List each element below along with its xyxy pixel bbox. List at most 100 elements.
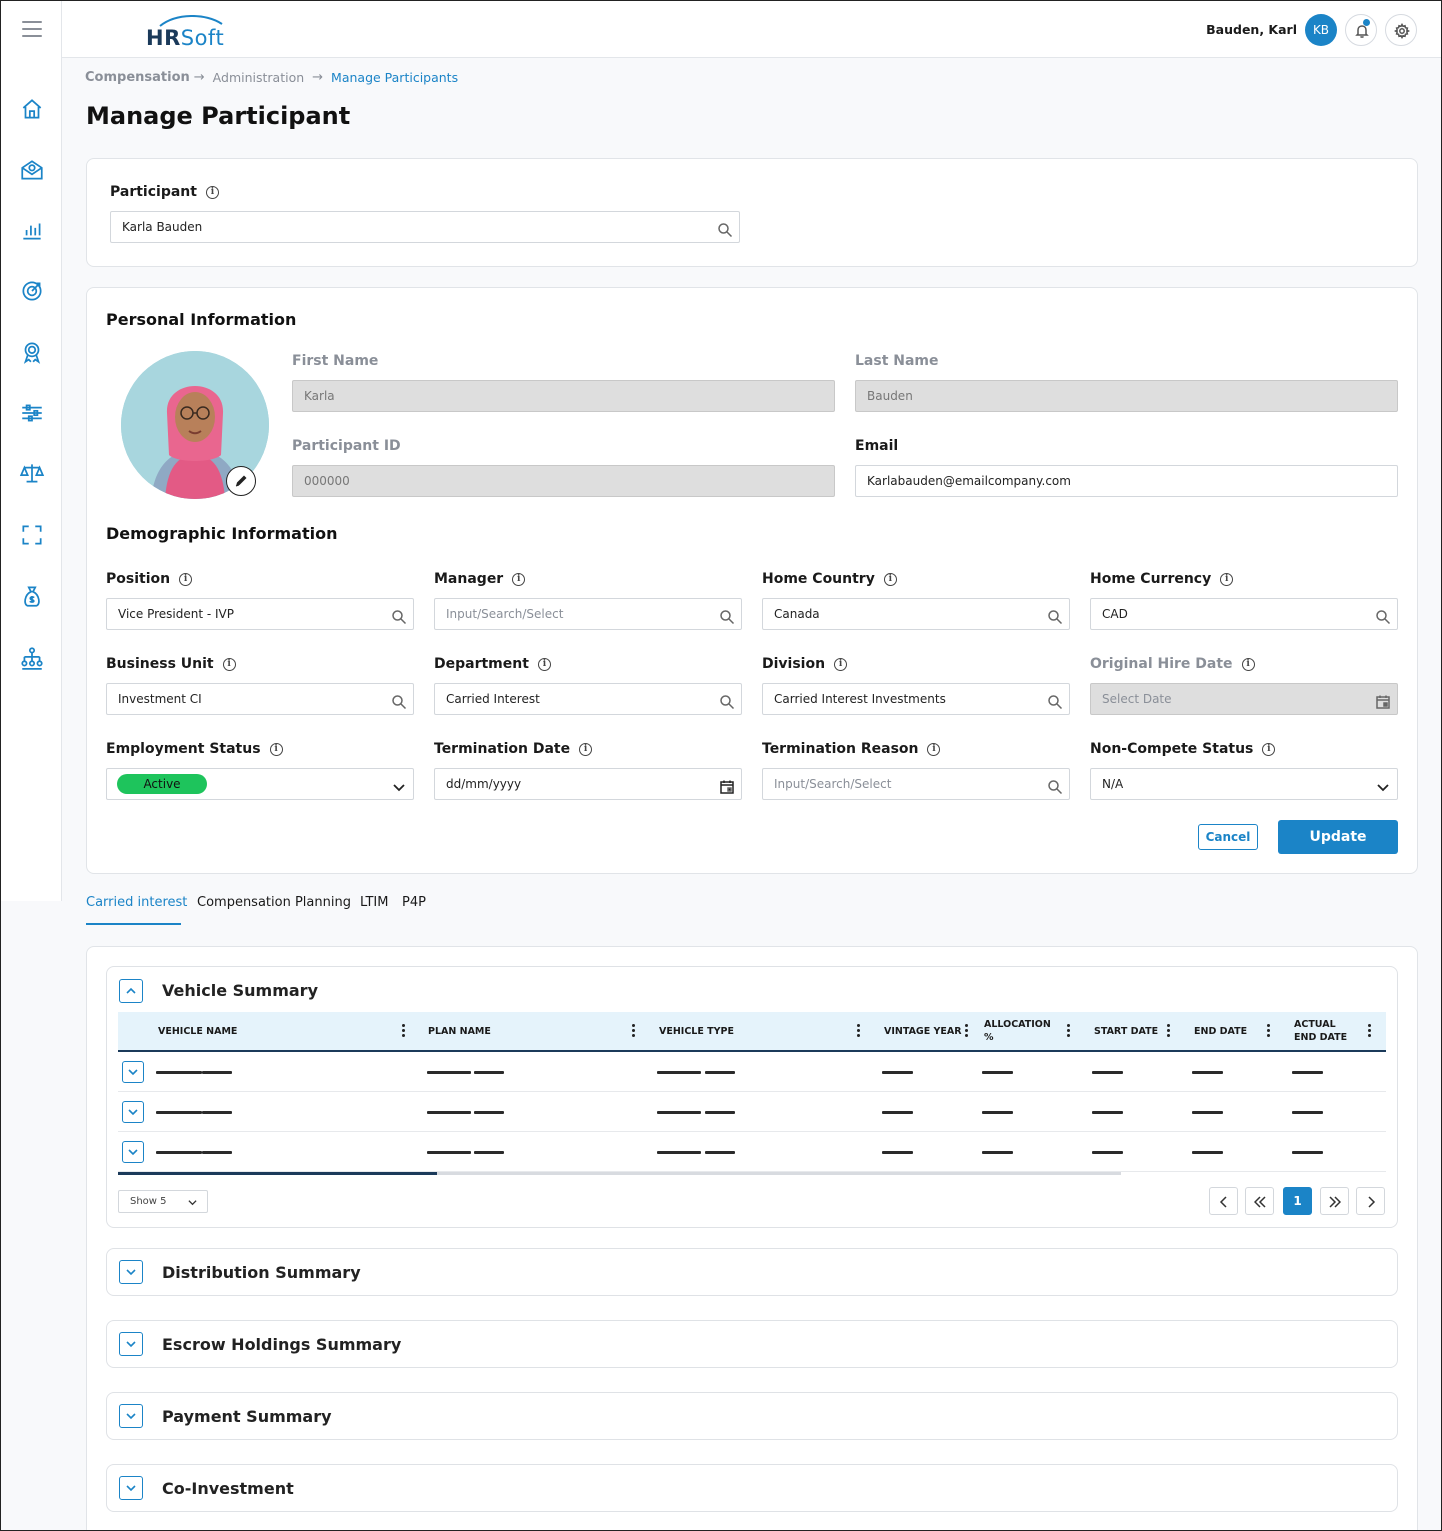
vehicle-summary-title: Vehicle Summary xyxy=(162,981,318,1000)
info-icon[interactable]: i xyxy=(537,657,551,671)
search-icon[interactable] xyxy=(1375,606,1391,625)
column-menu-icon[interactable] xyxy=(632,1024,636,1038)
org-chart-icon[interactable] xyxy=(19,645,45,671)
info-icon[interactable]: i xyxy=(1241,657,1255,671)
expand-button[interactable] xyxy=(119,1476,143,1500)
manager-input[interactable]: Input/Search/Select xyxy=(434,598,742,630)
chevron-down-icon[interactable] xyxy=(1375,776,1391,792)
business-unit-input[interactable]: Investment CI xyxy=(106,683,414,715)
search-icon[interactable] xyxy=(717,219,733,238)
column-header[interactable]: VEHICLE TYPE xyxy=(659,1012,734,1050)
update-button[interactable]: Update xyxy=(1278,820,1398,854)
column-header[interactable]: VEHICLE NAME xyxy=(158,1012,237,1050)
column-header[interactable]: ALLOCATION % xyxy=(984,1012,1054,1050)
next-page-button[interactable] xyxy=(1356,1187,1385,1215)
breadcrumb-compensation[interactable]: Compensation xyxy=(85,70,190,85)
info-icon[interactable]: i xyxy=(1262,742,1276,756)
row-expand-button[interactable] xyxy=(122,1061,144,1083)
expand-button[interactable] xyxy=(119,1260,143,1284)
search-icon[interactable] xyxy=(391,606,407,625)
info-icon[interactable]: i xyxy=(205,185,219,199)
home-currency-input[interactable]: CAD xyxy=(1090,598,1398,630)
column-header[interactable]: START DATE xyxy=(1094,1012,1158,1050)
info-icon[interactable]: i xyxy=(883,572,897,586)
breadcrumb-administration[interactable]: Administration xyxy=(213,70,304,85)
column-menu-icon[interactable] xyxy=(1167,1024,1171,1038)
search-icon[interactable] xyxy=(719,606,735,625)
table-row[interactable] xyxy=(118,1092,1386,1132)
column-menu-icon[interactable] xyxy=(857,1024,861,1038)
column-header[interactable]: PLAN NAME xyxy=(428,1012,491,1050)
scale-icon[interactable] xyxy=(19,460,45,486)
division-input[interactable]: Carried Interest Investments xyxy=(762,683,1070,715)
first-name-value: Karla xyxy=(304,389,335,403)
previous-page-button[interactable] xyxy=(1209,1187,1238,1215)
pencil-icon xyxy=(235,475,247,487)
notifications-button[interactable] xyxy=(1345,14,1377,46)
expand-button[interactable] xyxy=(119,1404,143,1428)
collapse-button[interactable] xyxy=(119,979,143,1003)
info-icon[interactable]: i xyxy=(269,742,283,756)
info-icon[interactable]: i xyxy=(179,572,193,586)
settings-button[interactable] xyxy=(1385,14,1417,46)
column-menu-icon[interactable] xyxy=(1267,1024,1271,1038)
last-page-button[interactable] xyxy=(1320,1187,1349,1215)
info-icon[interactable]: i xyxy=(834,657,848,671)
hamburger-menu-icon[interactable] xyxy=(22,21,42,42)
info-icon[interactable]: i xyxy=(1220,572,1234,586)
page-size-select[interactable]: Show 5 xyxy=(118,1190,208,1213)
bar-chart-icon[interactable] xyxy=(19,217,45,243)
page-number-button[interactable]: 1 xyxy=(1283,1187,1312,1215)
user-avatar[interactable]: KB xyxy=(1305,14,1337,46)
tab-compensation-planning[interactable]: Compensation Planning xyxy=(197,895,351,910)
position-input[interactable]: Vice President - IVP xyxy=(106,598,414,630)
column-menu-icon[interactable] xyxy=(965,1024,969,1038)
compensation-envelope-icon[interactable] xyxy=(19,157,45,183)
termination-date-input[interactable]: dd/mm/yyyy xyxy=(434,768,742,800)
column-menu-icon[interactable] xyxy=(1067,1024,1071,1038)
column-header[interactable]: END DATE xyxy=(1194,1012,1247,1050)
tab-p4p[interactable]: P4P xyxy=(402,895,426,910)
search-icon[interactable] xyxy=(719,691,735,710)
info-icon[interactable]: i xyxy=(512,572,526,586)
scrollbar-thumb[interactable] xyxy=(118,1172,437,1175)
home-country-input[interactable]: Canada xyxy=(762,598,1070,630)
termination-reason-input[interactable]: Input/Search/Select xyxy=(762,768,1070,800)
scan-frame-icon[interactable] xyxy=(19,522,45,548)
sliders-icon[interactable] xyxy=(19,400,45,426)
employment-status-select[interactable]: Active xyxy=(106,768,414,800)
expand-button[interactable] xyxy=(119,1332,143,1356)
info-icon[interactable]: i xyxy=(579,742,593,756)
column-menu-icon[interactable] xyxy=(402,1024,406,1038)
money-bag-icon[interactable] xyxy=(19,583,45,609)
edit-photo-button[interactable] xyxy=(226,466,256,496)
cancel-button[interactable]: Cancel xyxy=(1198,824,1258,850)
breadcrumb-manage-participants[interactable]: Manage Participants xyxy=(331,70,458,85)
target-icon[interactable] xyxy=(19,278,45,304)
calendar-icon[interactable] xyxy=(719,776,735,794)
column-header[interactable]: VINTAGE YEAR xyxy=(884,1012,962,1050)
hrsoft-logo[interactable]: HRSoft xyxy=(146,15,236,50)
table-row[interactable] xyxy=(118,1052,1386,1092)
column-menu-icon[interactable] xyxy=(1368,1024,1372,1038)
non-compete-status-select[interactable]: N/A xyxy=(1090,768,1398,800)
participant-search-input[interactable]: Karla Bauden xyxy=(110,211,740,243)
tab-ltim[interactable]: LTIM xyxy=(360,895,388,910)
search-icon[interactable] xyxy=(1047,691,1063,710)
table-row[interactable] xyxy=(118,1132,1386,1172)
first-page-button[interactable] xyxy=(1245,1187,1274,1215)
info-icon[interactable]: i xyxy=(222,657,236,671)
column-header[interactable]: ACTUAL END DATE xyxy=(1294,1012,1350,1050)
email-field[interactable]: Karlabauden@emailcompany.com xyxy=(855,465,1398,497)
row-expand-button[interactable] xyxy=(122,1101,144,1123)
search-icon[interactable] xyxy=(1047,776,1063,795)
info-icon[interactable]: i xyxy=(927,742,941,756)
department-input[interactable]: Carried Interest xyxy=(434,683,742,715)
tab-carried-interest[interactable]: Carried interest xyxy=(86,895,187,910)
award-icon[interactable] xyxy=(19,339,45,365)
row-expand-button[interactable] xyxy=(122,1141,144,1163)
search-icon[interactable] xyxy=(1047,606,1063,625)
home-icon[interactable] xyxy=(19,96,45,122)
search-icon[interactable] xyxy=(391,691,407,710)
chevron-down-icon[interactable] xyxy=(391,776,407,792)
